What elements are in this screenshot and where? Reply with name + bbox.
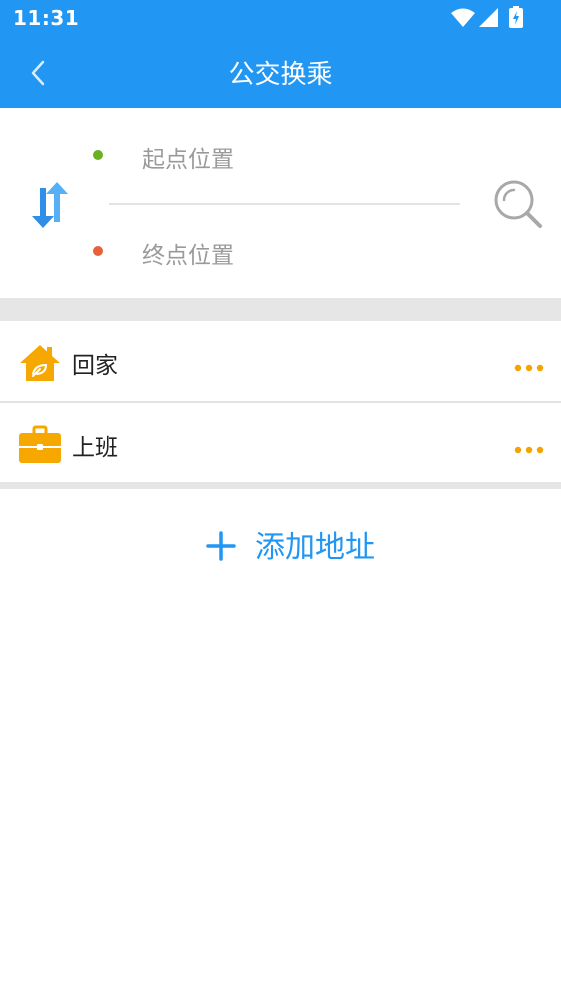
start-dot <box>93 150 103 160</box>
app-bar: 公交换乘 <box>0 38 561 108</box>
list-item-label: 上班 <box>72 435 118 461</box>
route-divider <box>109 203 460 205</box>
more-dots-icon[interactable] <box>514 439 544 454</box>
briefcase-icon <box>19 425 61 465</box>
add-address-label: 添加地址 <box>255 530 375 565</box>
list-item-work[interactable]: 上班 <box>0 403 561 483</box>
wifi-icon <box>451 8 475 32</box>
saved-places-list: 回家 上班 <box>0 321 561 483</box>
section-separator <box>0 482 561 489</box>
swap-button[interactable] <box>26 180 74 230</box>
swap-arrows-icon <box>32 182 68 228</box>
list-item-label: 回家 <box>72 353 118 379</box>
plus-icon <box>206 531 236 561</box>
search-button[interactable] <box>492 178 544 230</box>
battery-charging-icon <box>509 6 523 32</box>
search-icon <box>494 180 542 228</box>
more-dots-icon[interactable] <box>514 357 544 372</box>
home-icon <box>19 343 61 383</box>
status-time: 11:31 <box>13 6 80 30</box>
end-location-field[interactable]: 终点位置 <box>142 236 442 270</box>
status-bar: 11:31 <box>0 0 561 38</box>
start-location-field[interactable]: 起点位置 <box>142 140 442 174</box>
section-separator <box>0 298 561 321</box>
list-item-home[interactable]: 回家 <box>0 321 561 401</box>
signal-icon <box>479 8 499 32</box>
route-panel: 起点位置 终点位置 <box>0 108 561 298</box>
page-title: 公交换乘 <box>228 60 333 90</box>
end-dot <box>93 246 103 256</box>
